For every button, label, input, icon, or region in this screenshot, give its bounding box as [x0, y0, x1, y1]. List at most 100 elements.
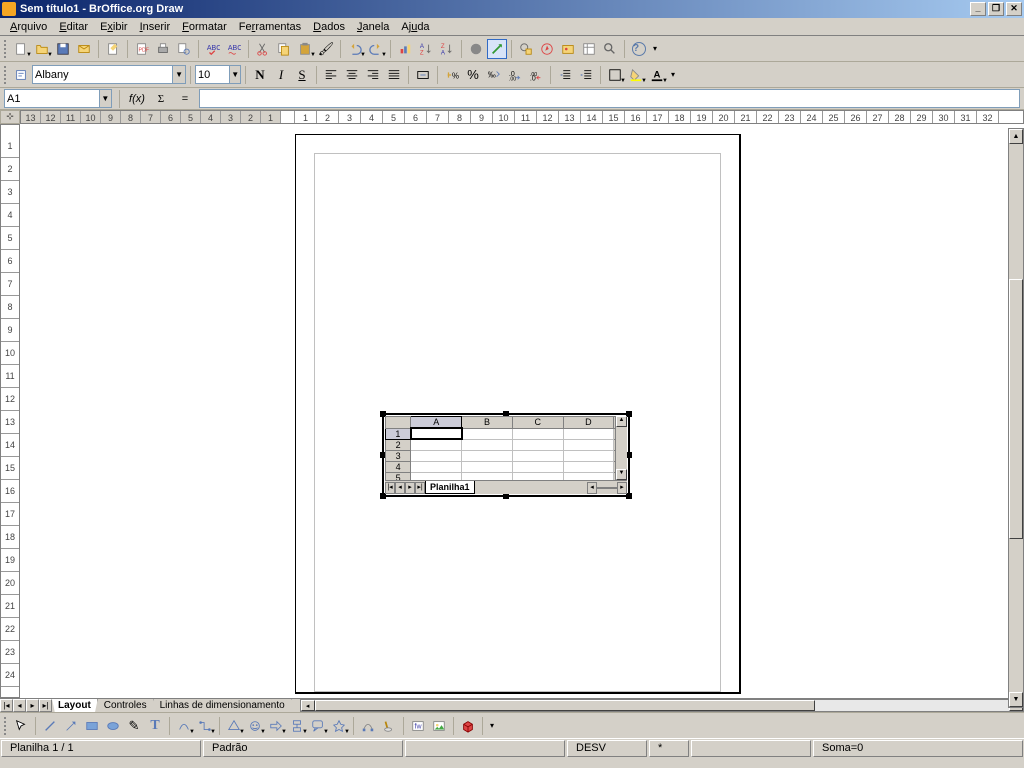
cell-reference-input[interactable] [5, 93, 99, 105]
cell[interactable] [411, 428, 462, 439]
cell[interactable] [462, 461, 513, 472]
minimize-button[interactable]: _ [970, 2, 986, 16]
from-file-tool[interactable] [429, 716, 449, 736]
cell[interactable] [512, 439, 563, 450]
menu-ferramentas[interactable]: Ferramentas [233, 21, 307, 33]
tab-controles[interactable]: Controles [98, 699, 154, 712]
mini-vscroll[interactable]: ▲ ▼ [615, 416, 627, 480]
ellipse-tool[interactable] [103, 716, 123, 736]
scroll-left-button[interactable]: ◂ [301, 700, 315, 711]
chart-button[interactable] [395, 39, 415, 59]
toolbar-grip[interactable] [4, 717, 8, 735]
row-header[interactable]: 3 [386, 450, 411, 461]
font-name-dropdown[interactable]: ▼ [172, 66, 185, 83]
restore-button[interactable]: ❐ [988, 2, 1004, 16]
sheet-tab[interactable]: Planilha1 [425, 481, 475, 494]
status-sum[interactable]: Soma=0 [813, 740, 1023, 757]
tab-nav-prev[interactable]: ◂ [13, 699, 26, 712]
col-header[interactable]: A [411, 417, 462, 429]
auto-spellcheck-button[interactable]: ABC [224, 39, 244, 59]
close-button[interactable]: ✕ [1006, 2, 1022, 16]
edit-file-button[interactable] [103, 39, 123, 59]
cell[interactable] [512, 428, 563, 439]
cell[interactable] [411, 461, 462, 472]
show-draw-functions-button[interactable] [487, 39, 507, 59]
text-tool[interactable]: T [145, 716, 165, 736]
copy-button[interactable] [274, 39, 294, 59]
export-pdf-button[interactable]: PDF [132, 39, 152, 59]
zoom-button[interactable] [600, 39, 620, 59]
save-button[interactable] [53, 39, 73, 59]
menu-ajuda[interactable]: Ajuda [395, 21, 435, 33]
scroll-thumb[interactable] [1009, 279, 1023, 539]
menu-dados[interactable]: Dados [307, 21, 351, 33]
toolbar-grip[interactable] [4, 66, 8, 84]
function-button[interactable]: = [175, 90, 195, 108]
formula-input[interactable] [199, 89, 1020, 108]
cell[interactable] [411, 439, 462, 450]
menu-arquivo[interactable]: Arquivo [4, 21, 53, 33]
align-justify-button[interactable] [384, 65, 404, 85]
align-left-button[interactable] [321, 65, 341, 85]
sheet-nav-prev[interactable]: ◂ [395, 482, 405, 494]
toolbar-overflow[interactable]: ▾ [650, 39, 660, 59]
row-header[interactable]: 4 [386, 461, 411, 472]
points-tool[interactable] [358, 716, 378, 736]
scroll-down-icon[interactable]: ▼ [616, 469, 627, 480]
increase-indent-button[interactable] [576, 65, 596, 85]
add-decimal-button[interactable]: .0.00 [505, 65, 525, 85]
insert-chart-button[interactable] [466, 39, 486, 59]
menu-editar[interactable]: Editar [53, 21, 94, 33]
align-right-button[interactable] [363, 65, 383, 85]
select-tool[interactable] [11, 716, 31, 736]
fontwork-tool[interactable]: fw [408, 716, 428, 736]
tab-nav-last[interactable]: ▸| [39, 699, 52, 712]
paste-button[interactable]: ▼ [295, 39, 315, 59]
cell[interactable] [563, 439, 614, 450]
sum-button[interactable]: Σ [151, 90, 171, 108]
merge-cells-button[interactable] [413, 65, 433, 85]
cell[interactable] [563, 450, 614, 461]
font-name-combo[interactable]: ▼ [32, 65, 186, 84]
status-style[interactable]: Padrão [203, 740, 403, 757]
redo-button[interactable]: ▼ [366, 39, 386, 59]
toolbar-overflow[interactable]: ▾ [668, 65, 678, 85]
align-center-button[interactable] [342, 65, 362, 85]
cut-button[interactable] [253, 39, 273, 59]
stars-tool[interactable]: ▼ [329, 716, 349, 736]
cell[interactable] [462, 450, 513, 461]
standard-format-button[interactable]: ‰ [484, 65, 504, 85]
vertical-scrollbar[interactable]: ▲ ▼ [1008, 128, 1024, 708]
font-name-input[interactable] [33, 69, 172, 81]
undo-button[interactable]: ▼ [345, 39, 365, 59]
col-header[interactable]: B [462, 417, 513, 429]
menu-janela[interactable]: Janela [351, 21, 395, 33]
line-tool[interactable] [40, 716, 60, 736]
toolbar-overflow[interactable]: ▾ [487, 716, 497, 736]
new-button[interactable]: ▼ [11, 39, 31, 59]
cell[interactable] [563, 428, 614, 439]
print-preview-button[interactable] [174, 39, 194, 59]
line-arrow-tool[interactable] [61, 716, 81, 736]
cell[interactable] [563, 461, 614, 472]
status-insert-mode[interactable]: DESV [567, 740, 647, 757]
scroll-up-icon[interactable]: ▲ [616, 416, 627, 427]
borders-button[interactable]: ▼ [605, 65, 625, 85]
font-size-input[interactable] [196, 69, 229, 81]
decrease-indent-button[interactable] [555, 65, 575, 85]
scroll-down-button[interactable]: ▼ [1009, 692, 1023, 707]
sort-desc-button[interactable]: ZA [437, 39, 457, 59]
gallery-button[interactable] [558, 39, 578, 59]
background-color-button[interactable]: ▼ [626, 65, 646, 85]
cell[interactable] [462, 428, 513, 439]
spellcheck-button[interactable]: ABC [203, 39, 223, 59]
scroll-up-button[interactable]: ▲ [1009, 129, 1023, 144]
name-box-dropdown[interactable]: ▼ [99, 90, 111, 107]
sheet-nav-first[interactable]: |◂ [385, 482, 395, 494]
cell[interactable] [512, 461, 563, 472]
cell[interactable] [411, 450, 462, 461]
toolbar-grip[interactable] [4, 40, 8, 58]
rectangle-tool[interactable] [82, 716, 102, 736]
row-header[interactable]: 2 [386, 439, 411, 450]
tab-linhas[interactable]: Linhas de dimensionamento [154, 699, 292, 712]
